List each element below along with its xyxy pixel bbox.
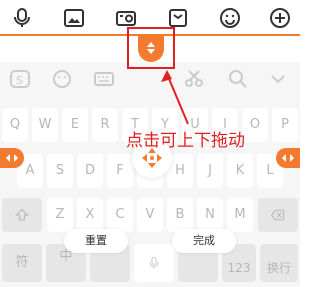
reset-button[interactable]: 重置	[64, 229, 128, 253]
annotation-text: 点击可上下拖动	[126, 131, 245, 151]
done-button[interactable]: 完成	[172, 229, 236, 253]
